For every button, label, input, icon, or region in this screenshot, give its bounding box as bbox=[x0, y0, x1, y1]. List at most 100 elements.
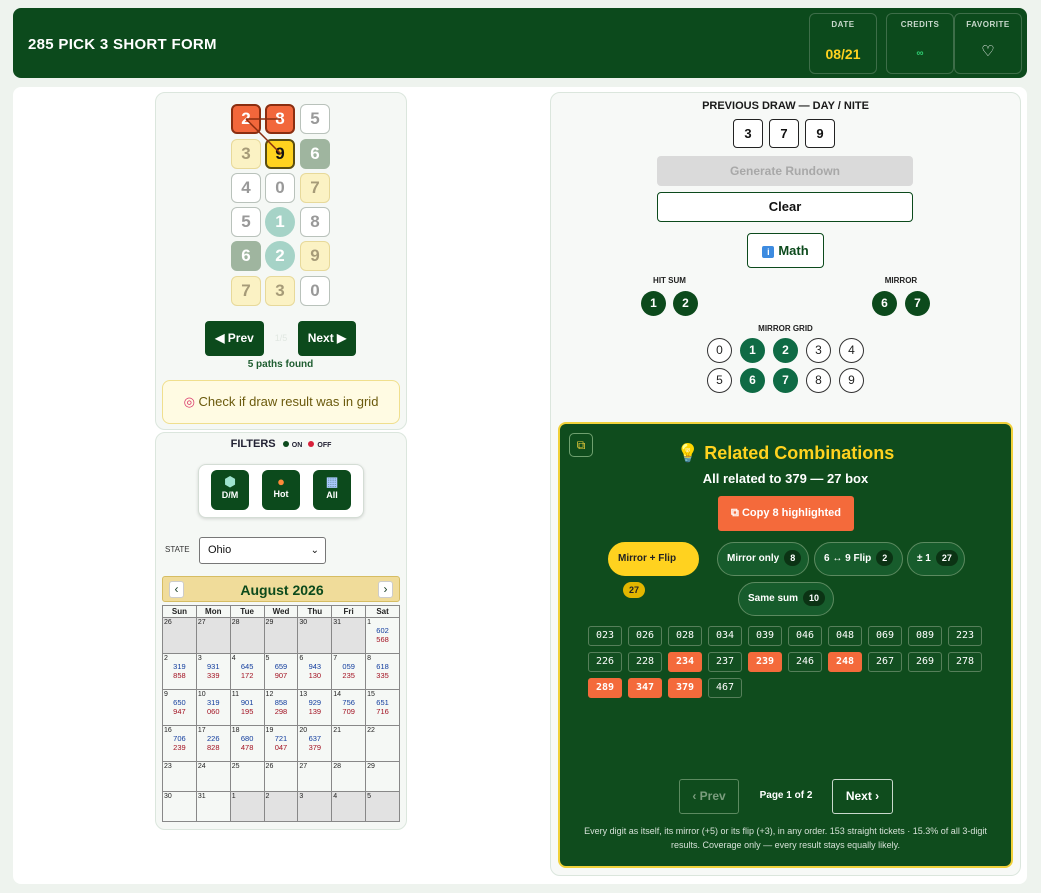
combo-filter-pill[interactable]: 6 ↔ 9 Flip 2 bbox=[814, 542, 903, 576]
calendar-day[interactable]: 1 bbox=[229, 791, 265, 822]
calendar-day[interactable]: 4 bbox=[331, 791, 367, 822]
calendar-day[interactable]: 26 bbox=[263, 761, 299, 792]
grid-cell[interactable]: 8 bbox=[300, 207, 330, 237]
calendar-day[interactable]: 12 858 298 bbox=[263, 689, 299, 726]
combo-filter-pill[interactable]: Mirror + Flip 27 bbox=[608, 542, 699, 598]
grid-cell[interactable]: 7 bbox=[300, 173, 330, 203]
grid-cell[interactable]: 5 bbox=[300, 104, 330, 134]
mirror-grid-digit[interactable]: 8 bbox=[806, 368, 831, 393]
mirror-grid-digit[interactable]: 1 bbox=[740, 338, 765, 363]
calendar-day[interactable]: 9 650 947 bbox=[162, 689, 197, 726]
grid-cell[interactable]: 6 bbox=[300, 139, 330, 169]
grid-cell[interactable]: 3 bbox=[265, 276, 295, 306]
combo-chip[interactable]: 223 bbox=[948, 626, 982, 646]
mirror-grid-digit[interactable]: 3 bbox=[806, 338, 831, 363]
combo-chip[interactable]: 379 bbox=[668, 678, 702, 698]
combo-chip[interactable]: 248 bbox=[828, 652, 862, 672]
calendar-day[interactable]: 29 bbox=[263, 617, 299, 654]
combo-chip[interactable]: 237 bbox=[708, 652, 742, 672]
hot-filter-button[interactable]: ● Hot bbox=[262, 470, 300, 510]
combo-chip[interactable]: 046 bbox=[788, 626, 822, 646]
grid-cell[interactable]: 5 bbox=[231, 207, 261, 237]
calendar-day[interactable]: 15 651 716 bbox=[365, 689, 400, 726]
combo-chip[interactable]: 048 bbox=[828, 626, 862, 646]
calendar-day[interactable]: 11 901 195 bbox=[229, 689, 265, 726]
grid-cell[interactable]: 7 bbox=[231, 276, 261, 306]
mirror-grid-digit[interactable]: 5 bbox=[707, 368, 732, 393]
calendar-day[interactable]: 26 bbox=[162, 617, 197, 654]
combo-chip[interactable]: 278 bbox=[948, 652, 982, 672]
calendar-day[interactable]: 28 bbox=[331, 761, 367, 792]
combo-chip[interactable]: 269 bbox=[908, 652, 942, 672]
grid-cell[interactable]: 6 bbox=[231, 241, 261, 271]
calendar-day[interactable]: 10 319 060 bbox=[195, 689, 231, 726]
mirror-grid-digit[interactable]: 6 bbox=[740, 368, 765, 393]
combo-chip[interactable]: 467 bbox=[708, 678, 742, 698]
mirror-grid-digit[interactable]: 0 bbox=[707, 338, 732, 363]
previous-digit-box[interactable]: 9 bbox=[805, 119, 835, 148]
calendar-day[interactable]: 5 bbox=[365, 791, 400, 822]
combo-chip[interactable]: 039 bbox=[748, 626, 782, 646]
all-filter-button[interactable]: ▦ All bbox=[313, 470, 351, 510]
calendar-day[interactable]: 5 659 907 bbox=[263, 653, 299, 690]
combo-chip[interactable]: 069 bbox=[868, 626, 902, 646]
calendar-day[interactable]: 6 943 130 bbox=[297, 653, 333, 690]
next-month-button[interactable]: › bbox=[378, 581, 393, 598]
dm-filter-button[interactable]: ⬢ D/M bbox=[211, 470, 249, 510]
combo-chip[interactable]: 267 bbox=[868, 652, 902, 672]
calendar-day[interactable]: 28 bbox=[229, 617, 265, 654]
mirror-grid-digit[interactable]: 2 bbox=[773, 338, 798, 363]
grid-cell[interactable]: 2 bbox=[231, 104, 261, 134]
prev-month-button[interactable]: ‹ bbox=[169, 581, 184, 598]
combo-chip[interactable]: 234 bbox=[668, 652, 702, 672]
calendar-day[interactable]: 25 bbox=[229, 761, 265, 792]
combo-chip[interactable]: 246 bbox=[788, 652, 822, 672]
favorite-button[interactable]: FAVORITE ♡ bbox=[954, 13, 1022, 74]
copy-highlighted-button[interactable]: ⧉ Copy 8 highlighted bbox=[718, 496, 854, 531]
calendar-day[interactable]: 4 645 172 bbox=[229, 653, 265, 690]
calendar-day[interactable]: 16 706 239 bbox=[162, 725, 197, 762]
calendar-day[interactable]: 13 929 139 bbox=[297, 689, 333, 726]
state-select[interactable]: Ohio ⌄ bbox=[199, 537, 326, 564]
next-path-button[interactable]: Next ▶ bbox=[298, 321, 356, 356]
combo-chip[interactable]: 289 bbox=[588, 678, 622, 698]
combo-filter-pill[interactable]: Same sum 10 bbox=[738, 582, 834, 616]
grid-cell[interactable]: 0 bbox=[265, 173, 295, 203]
calendar-day[interactable]: 27 bbox=[195, 617, 231, 654]
math-button[interactable]: i Math bbox=[747, 233, 824, 268]
calendar-day[interactable]: 21 bbox=[331, 725, 367, 762]
previous-digit-box[interactable]: 3 bbox=[733, 119, 763, 148]
combo-chip[interactable]: 226 bbox=[588, 652, 622, 672]
combo-chip[interactable]: 034 bbox=[708, 626, 742, 646]
calendar-day[interactable]: 30 bbox=[162, 791, 197, 822]
mirror-grid-digit[interactable]: 4 bbox=[839, 338, 864, 363]
calendar-day[interactable]: 24 bbox=[195, 761, 231, 792]
calendar-day[interactable]: 29 bbox=[365, 761, 400, 792]
generate-rundown-button[interactable]: Generate Rundown bbox=[657, 156, 913, 186]
grid-cell[interactable]: 2 bbox=[265, 241, 295, 271]
calendar-day[interactable]: 2 bbox=[263, 791, 299, 822]
combo-chip[interactable]: 028 bbox=[668, 626, 702, 646]
calendar-day[interactable]: 18 680 478 bbox=[229, 725, 265, 762]
calendar-day[interactable]: 23 bbox=[162, 761, 197, 792]
grid-cell[interactable]: 8 bbox=[265, 104, 295, 134]
previous-digit-box[interactable]: 7 bbox=[769, 119, 799, 148]
calendar-day[interactable]: 22 bbox=[365, 725, 400, 762]
grid-cell[interactable]: 4 bbox=[231, 173, 261, 203]
calendar-day[interactable]: 2 319 858 bbox=[162, 653, 197, 690]
combo-chip[interactable]: 228 bbox=[628, 652, 662, 672]
calendar-day[interactable]: 19 721 047 bbox=[263, 725, 299, 762]
combo-chip[interactable]: 239 bbox=[748, 652, 782, 672]
combo-filter-pill[interactable]: Mirror only 8 bbox=[717, 542, 809, 576]
calendar-day[interactable]: 31 bbox=[195, 791, 231, 822]
combo-chip[interactable]: 089 bbox=[908, 626, 942, 646]
calendar-day[interactable]: 14 756 709 bbox=[331, 689, 367, 726]
clear-button[interactable]: Clear bbox=[657, 192, 913, 222]
next-page-button[interactable]: Next › bbox=[832, 779, 893, 814]
grid-cell[interactable]: 9 bbox=[300, 241, 330, 271]
mirror-grid-digit[interactable]: 7 bbox=[773, 368, 798, 393]
check-draw-button[interactable]: ◎ Check if draw result was in grid bbox=[162, 380, 400, 424]
calendar-day[interactable]: 3 931 339 bbox=[195, 653, 231, 690]
calendar-day[interactable]: 8 618 335 bbox=[365, 653, 400, 690]
grid-cell[interactable]: 9 bbox=[265, 139, 295, 169]
